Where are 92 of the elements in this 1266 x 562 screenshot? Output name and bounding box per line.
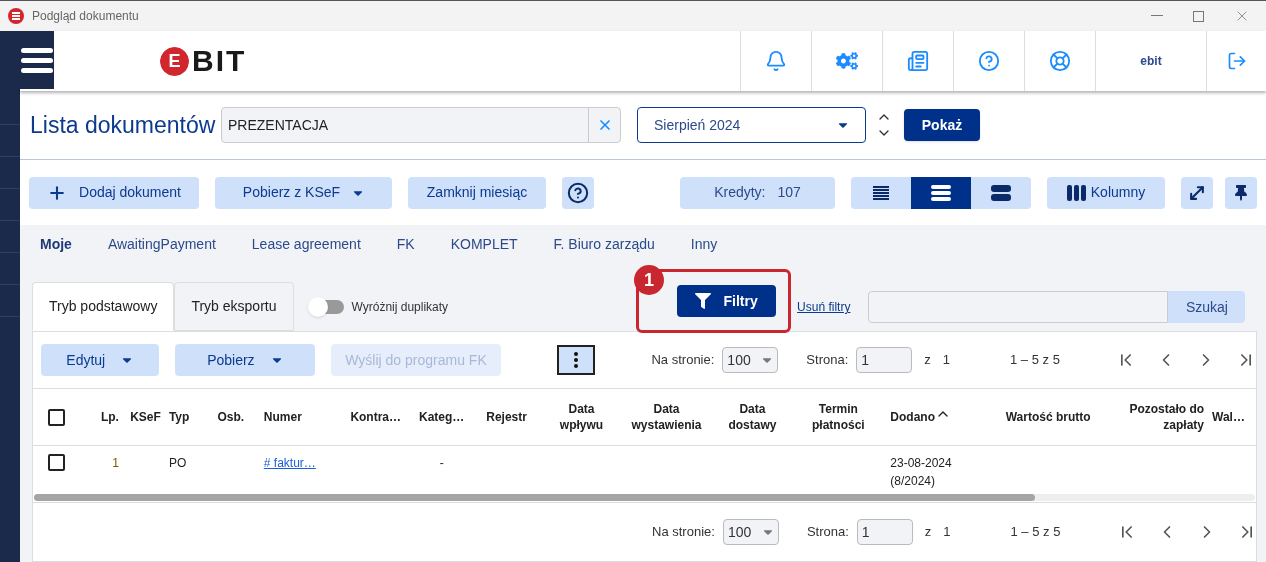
per-page-label: Na stronie: [652, 523, 715, 542]
show-button[interactable]: Pokaż [904, 109, 980, 141]
column-header[interactable]: Data wpływu [540, 401, 623, 433]
per-page-select[interactable]: 100 [722, 519, 779, 545]
toggle-label: Wyróżnij duplikaty [351, 299, 449, 316]
add-document-button[interactable]: Dodaj dokument [29, 176, 199, 209]
logout-icon [1226, 51, 1247, 71]
page-label: Strona: [806, 523, 849, 542]
column-header[interactable]: Osb. [205, 409, 256, 425]
per-page-select[interactable]: 100 [722, 347, 779, 373]
help-icon [978, 50, 1000, 72]
range-text: 1 – 5 z 5 [1010, 351, 1061, 370]
page-title: Lista dokumentów [30, 110, 217, 140]
column-header[interactable]: Numer [255, 409, 341, 425]
help-button[interactable] [562, 176, 594, 209]
column-header[interactable]: Wal… [1204, 409, 1256, 425]
annotation-badge: 1 [634, 265, 665, 295]
three-bars-icon [931, 184, 951, 201]
category-tab[interactable]: AwaitingPayment [107, 233, 216, 255]
checkbox[interactable] [48, 408, 66, 426]
mode-tab[interactable]: Tryb eksportu [174, 282, 294, 331]
density-toggle[interactable] [851, 176, 911, 209]
user-button[interactable]: ebit [1095, 31, 1206, 91]
page-label: Strona: [806, 351, 849, 370]
column-header[interactable]: Termin płatności [794, 401, 883, 433]
two-bars-icon [991, 184, 1011, 201]
action-button[interactable]: Edytuj [41, 344, 159, 376]
density-toggle[interactable] [911, 176, 971, 209]
month-select[interactable]: Sierpień 2024 [637, 107, 866, 143]
bell-icon [765, 50, 787, 72]
category-tab[interactable]: F. Biuro zarządu [553, 233, 655, 255]
density-toggle[interactable] [971, 176, 1031, 209]
pin-icon [1233, 184, 1249, 201]
column-header[interactable]: Data dostawy [710, 401, 795, 433]
category-tab[interactable]: Lease agreement [251, 233, 361, 255]
category-tab[interactable]: Moje [40, 233, 72, 255]
table-cell: PO [168, 456, 187, 470]
page-count: 1 [942, 351, 950, 370]
column-header[interactable]: Data wystawienia [622, 401, 711, 433]
of-label: z [924, 351, 931, 370]
toggle-switch[interactable] [309, 300, 344, 314]
column-header[interactable]: Rejestr [472, 409, 541, 425]
per-page-label: Na stronie: [651, 351, 715, 370]
document-link[interactable]: # faktur… [263, 456, 316, 470]
column-header[interactable]: Lp. [80, 409, 119, 425]
page-input[interactable]: 1 [856, 347, 913, 373]
thin-lines-icon [873, 185, 889, 200]
more-options-button[interactable] [556, 345, 596, 375]
table-cell: 1 [112, 456, 119, 470]
maximize-icon[interactable] [1193, 10, 1204, 22]
table-cell: - [439, 456, 444, 470]
newspaper-icon [907, 50, 929, 72]
pin-button[interactable] [1225, 176, 1257, 209]
column-header[interactable]: KSeF [118, 409, 161, 425]
page-count: 1 [943, 523, 951, 542]
expand-button[interactable] [1181, 176, 1213, 209]
close-month-button[interactable]: Zamknij miesiąc [408, 176, 546, 209]
of-label: z [924, 523, 932, 542]
search-field[interactable]: PREZENTACJA [221, 107, 621, 143]
minimize-icon[interactable] [1151, 15, 1163, 17]
column-header[interactable]: Pozostało do zapłaty [1114, 401, 1205, 433]
filter-search-field[interactable] [868, 291, 1169, 323]
column-header[interactable]: Wartość brutto [982, 409, 1115, 425]
page-input[interactable]: 1 [856, 519, 913, 545]
filter-icon [695, 293, 712, 309]
scrollbar[interactable] [34, 493, 1255, 501]
range-text: 1 – 5 z 5 [1010, 523, 1062, 542]
columns-icon [1066, 184, 1087, 201]
action-button[interactable]: Pobierz [174, 344, 316, 376]
credits-display: Kredyty: 107 [680, 176, 835, 209]
category-tab[interactable]: FK [396, 233, 415, 255]
category-tab[interactable]: KOMPLET [450, 233, 518, 255]
filters-button[interactable]: Filtry [677, 285, 777, 317]
column-header[interactable]: Kateg… [410, 409, 473, 425]
remove-filters-link[interactable]: Usuń filtry [797, 298, 851, 316]
table-cell-text: 23-08-2024 (8/2024) [890, 455, 953, 490]
checkbox[interactable] [48, 454, 66, 471]
help-icon [567, 181, 589, 204]
column-header[interactable]: Kontra… [340, 409, 411, 425]
column-header[interactable]: Dodano [882, 409, 983, 425]
more-icon [574, 352, 579, 368]
gears-icon [836, 50, 858, 72]
app-logo-icon [8, 8, 24, 24]
window-title: Podgląd dokumentu [32, 8, 139, 25]
ksef-download-button[interactable]: Pobierz z KSeF [215, 176, 392, 209]
column-header[interactable]: Typ [160, 409, 206, 425]
columns-button[interactable]: Kolumny [1047, 176, 1165, 209]
mode-tab[interactable]: Tryb podstawowy [32, 282, 175, 331]
lifebuoy-icon [1049, 50, 1071, 72]
logo: E BIT [160, 31, 247, 91]
category-tab[interactable]: Inny [690, 233, 718, 255]
search-button[interactable]: Szukaj [1168, 291, 1246, 323]
